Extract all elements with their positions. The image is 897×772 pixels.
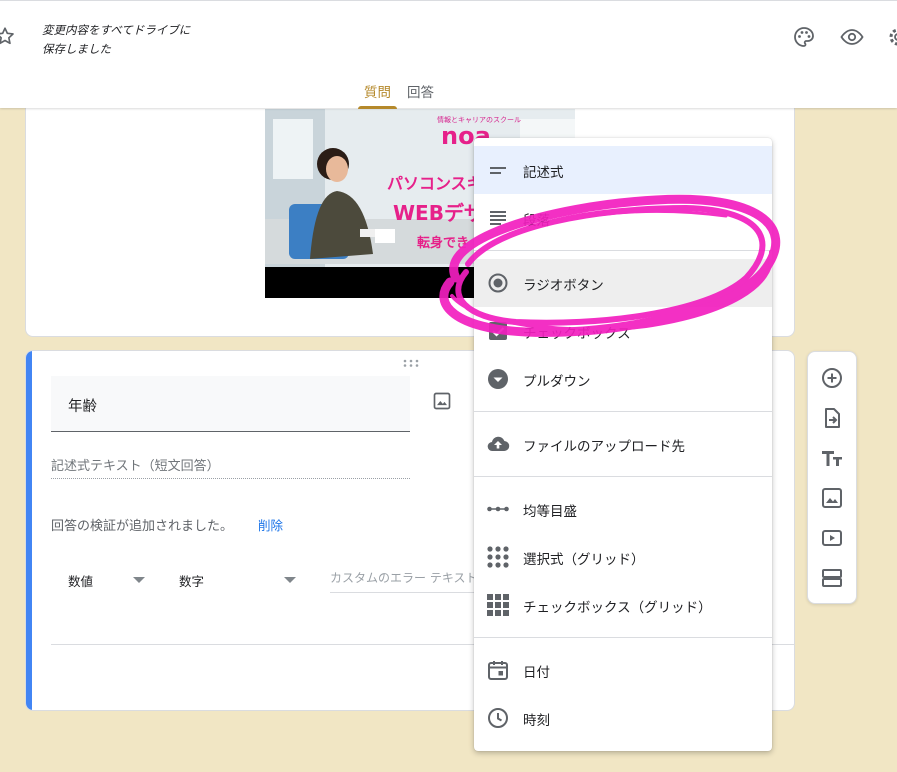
add-video-icon[interactable] (820, 526, 844, 550)
gear-icon[interactable] (886, 25, 897, 49)
validation-condition-select[interactable]: 数字 (179, 571, 204, 593)
add-section-icon[interactable] (820, 566, 844, 590)
custom-error-input[interactable]: カスタムのエラー テキスト (330, 569, 480, 593)
tab-responses[interactable]: 回答 (401, 81, 440, 109)
dropdown-icon (488, 369, 508, 389)
menu-item-label: 均等目盛 (523, 504, 577, 520)
banner-line2: WEBデザ (393, 201, 484, 225)
menu-item-label: チェックボックス (523, 326, 631, 342)
linear-scale-icon (487, 506, 509, 512)
question-title: 年齢 (68, 399, 97, 415)
menu-item-label: 記述式 (523, 165, 564, 181)
validation-message: 回答の検証が追加されました。 (51, 519, 234, 534)
menu-item-time[interactable]: 時刻 (474, 694, 772, 742)
eye-icon[interactable] (840, 25, 864, 49)
delete-validation-link[interactable]: 削除 (258, 515, 283, 534)
save-status-line1: 変更内容をすべてドライブに (42, 23, 191, 37)
menu-item-paragraph[interactable]: 段落 (474, 194, 772, 242)
save-status-line2: 保存しました (42, 42, 111, 56)
tab-bar: 質問 回答 (358, 81, 444, 109)
calendar-icon (488, 661, 508, 680)
add-image-icon[interactable] (820, 486, 844, 510)
menu-item-short-answer[interactable]: 記述式 (474, 146, 772, 194)
menu-item-label: プルダウン (523, 374, 591, 390)
checkbox-icon (489, 322, 507, 340)
menu-item-date[interactable]: 日付 (474, 646, 772, 694)
menu-divider (474, 637, 772, 638)
paragraph-icon (490, 211, 506, 225)
menu-item-radio-button[interactable]: ラジオボタン (474, 259, 772, 307)
add-question-icon[interactable] (820, 366, 844, 390)
clock-icon (488, 708, 508, 728)
short-answer-icon (490, 167, 506, 174)
tab-questions[interactable]: 質問 (358, 81, 397, 109)
short-answer-preview: 記述式テキスト（短文回答） (51, 455, 410, 479)
side-toolbar (807, 351, 857, 604)
menu-item-linear-scale[interactable]: 均等目盛 (474, 485, 772, 533)
image-icon[interactable] (432, 391, 452, 411)
question-type-menu: 記述式 段落 ラジオボタン チェックボックス プルダウン ファイルのアップロード… (474, 138, 772, 751)
menu-item-label: ファイルのアップロード先 (523, 439, 685, 455)
menu-item-checkbox[interactable]: チェックボックス (474, 307, 772, 355)
chevron-down-icon (133, 577, 145, 583)
menu-item-label: 選択式（グリッド） (523, 552, 645, 568)
save-status: 変更内容をすべてドライブに 保存しました (42, 21, 190, 59)
menu-item-label: ラジオボタン (523, 278, 604, 294)
banner-line1: パソコンスキ (387, 174, 483, 193)
star-icon[interactable] (0, 25, 16, 47)
import-questions-icon[interactable] (820, 406, 844, 430)
add-title-icon[interactable] (820, 446, 844, 470)
grid-dots-icon (487, 546, 509, 568)
app-header: 変更内容をすべてドライブに 保存しました 質問 回答 (0, 0, 897, 109)
menu-item-label: 日付 (523, 665, 550, 681)
validation-type-select[interactable]: 数値 (68, 571, 93, 593)
menu-divider (474, 476, 772, 477)
question-title-field[interactable]: 年齢 (51, 376, 410, 432)
drag-handle-icon[interactable] (403, 359, 419, 367)
menu-item-multiple-choice-grid[interactable]: 選択式（グリッド） (474, 533, 772, 581)
menu-item-label: 段落 (523, 213, 550, 229)
menu-divider (474, 250, 772, 251)
radio-button-icon (488, 273, 508, 293)
chevron-down-icon (284, 577, 296, 583)
menu-divider (474, 411, 772, 412)
menu-item-dropdown[interactable]: プルダウン (474, 355, 772, 403)
palette-icon[interactable] (792, 25, 816, 49)
menu-item-label: 時刻 (523, 713, 550, 729)
active-question-indicator (26, 351, 32, 710)
cloud-upload-icon (487, 436, 510, 452)
menu-item-label: チェックボックス（グリッド） (523, 600, 712, 616)
banner-line3: 転身でき (417, 235, 469, 251)
menu-item-file-upload[interactable]: ファイルのアップロード先 (474, 420, 772, 468)
menu-item-checkbox-grid[interactable]: チェックボックス（グリッド） (474, 581, 772, 629)
grid-squares-icon (487, 594, 509, 616)
